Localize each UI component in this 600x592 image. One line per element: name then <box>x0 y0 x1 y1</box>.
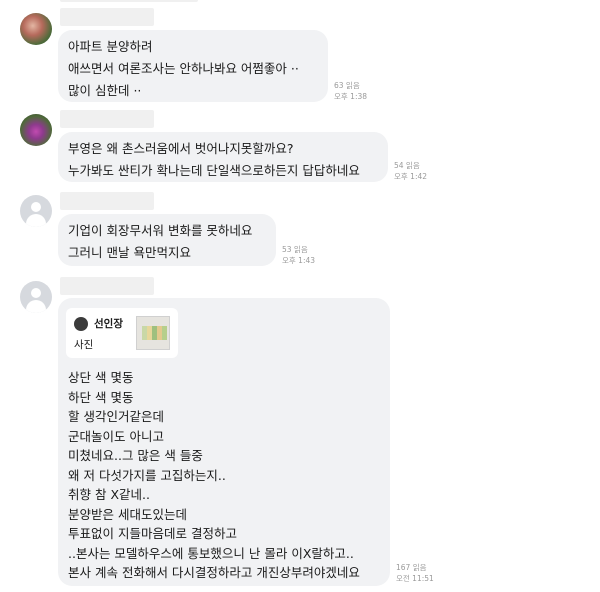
message-time: 오후 1:43 <box>282 256 316 265</box>
quoted-sender-name: 선인장 <box>94 318 123 330</box>
default-profile-icon-body <box>26 300 46 313</box>
message-line: 취향 참 X같네.. <box>68 487 150 502</box>
message-line: 하단 색 몇동 <box>68 389 134 405</box>
message-line: 할 생각인거같은데 <box>68 409 164 424</box>
message-bubble-4[interactable]: 선인장 사진 상단 색 몇동 하단 색 몇동 할 생각인거같은데 군대놀이도 아… <box>58 298 390 586</box>
message-line: 왜 저 다섯가지를 고집하는지.. <box>68 467 226 483</box>
message-line: 분양받은 세대도있는데 <box>68 506 187 522</box>
message-line: 애쓰면서 여론조사는 안하나봐요 어쩜좋아 ·· <box>68 61 299 76</box>
message-line: 누가봐도 싼티가 확나는데 단일색으로하든지 답답하네요 <box>68 163 360 178</box>
sender-avatar-3[interactable] <box>20 195 52 227</box>
message-line: 투표없이 지들마음데로 결정하고 <box>68 526 237 541</box>
message-line: 기업이 회장무서워 변화를 못하네요 <box>68 223 253 238</box>
message-line: 그러니 맨날 욕만먹지요 <box>68 245 191 260</box>
default-profile-icon-body <box>26 214 46 227</box>
message-time: 오후 1:38 <box>334 92 368 101</box>
message-bubble-3[interactable]: 기업이 회장무서워 변화를 못하네요 그러니 맨날 욕만먹지요 <box>58 214 276 266</box>
sender-name-placeholder <box>60 110 154 128</box>
sender-name-placeholder <box>60 192 154 210</box>
sender-avatar-4[interactable] <box>20 281 52 313</box>
message-line: ..본사는 모델하우스에 통보했으니 난 몰라 이X랄하고.. <box>68 545 354 561</box>
sender-avatar-2[interactable] <box>20 114 52 146</box>
sender-name-placeholder <box>60 0 198 2</box>
default-profile-icon <box>31 202 41 212</box>
message-time: 오전 11:51 <box>396 574 434 583</box>
sender-avatar-1[interactable] <box>20 13 52 45</box>
sender-name-placeholder <box>60 277 154 295</box>
message-line: 부영은 왜 촌스러움에서 벗어나지못할까요? <box>68 141 294 156</box>
quoted-photo-thumbnail[interactable] <box>136 316 170 350</box>
message-line: 본사 계속 전화해서 다시결정하라고 개진상부려야겠네요 <box>68 565 360 580</box>
message-line: 아파트 분양하려 <box>68 39 153 54</box>
message-bubble-1[interactable]: 아파트 분양하려 애쓰면서 여론조사는 안하나봐요 어쩜좋아 ·· 많이 심한데… <box>58 30 328 102</box>
message-line: 상단 색 몇동 <box>68 370 134 385</box>
thumbnail-swatch <box>162 326 167 340</box>
sender-name-placeholder <box>60 8 154 26</box>
message-bubble-2[interactable]: 부영은 왜 촌스러움에서 벗어나지못할까요? 누가봐도 싼티가 확나는데 단일색… <box>58 132 388 182</box>
quoted-sender-avatar <box>74 317 88 331</box>
quoted-photo-card[interactable]: 선인장 사진 <box>66 308 178 358</box>
message-line: 많이 심한데 ·· <box>68 83 142 98</box>
message-line: 미쳤네요..그 많은 색 들중 <box>68 448 203 463</box>
default-profile-icon <box>31 288 41 298</box>
message-line: 군대놀이도 아니고 <box>68 428 164 444</box>
message-time: 오후 1:42 <box>394 172 428 181</box>
quoted-message-type: 사진 <box>74 339 94 351</box>
